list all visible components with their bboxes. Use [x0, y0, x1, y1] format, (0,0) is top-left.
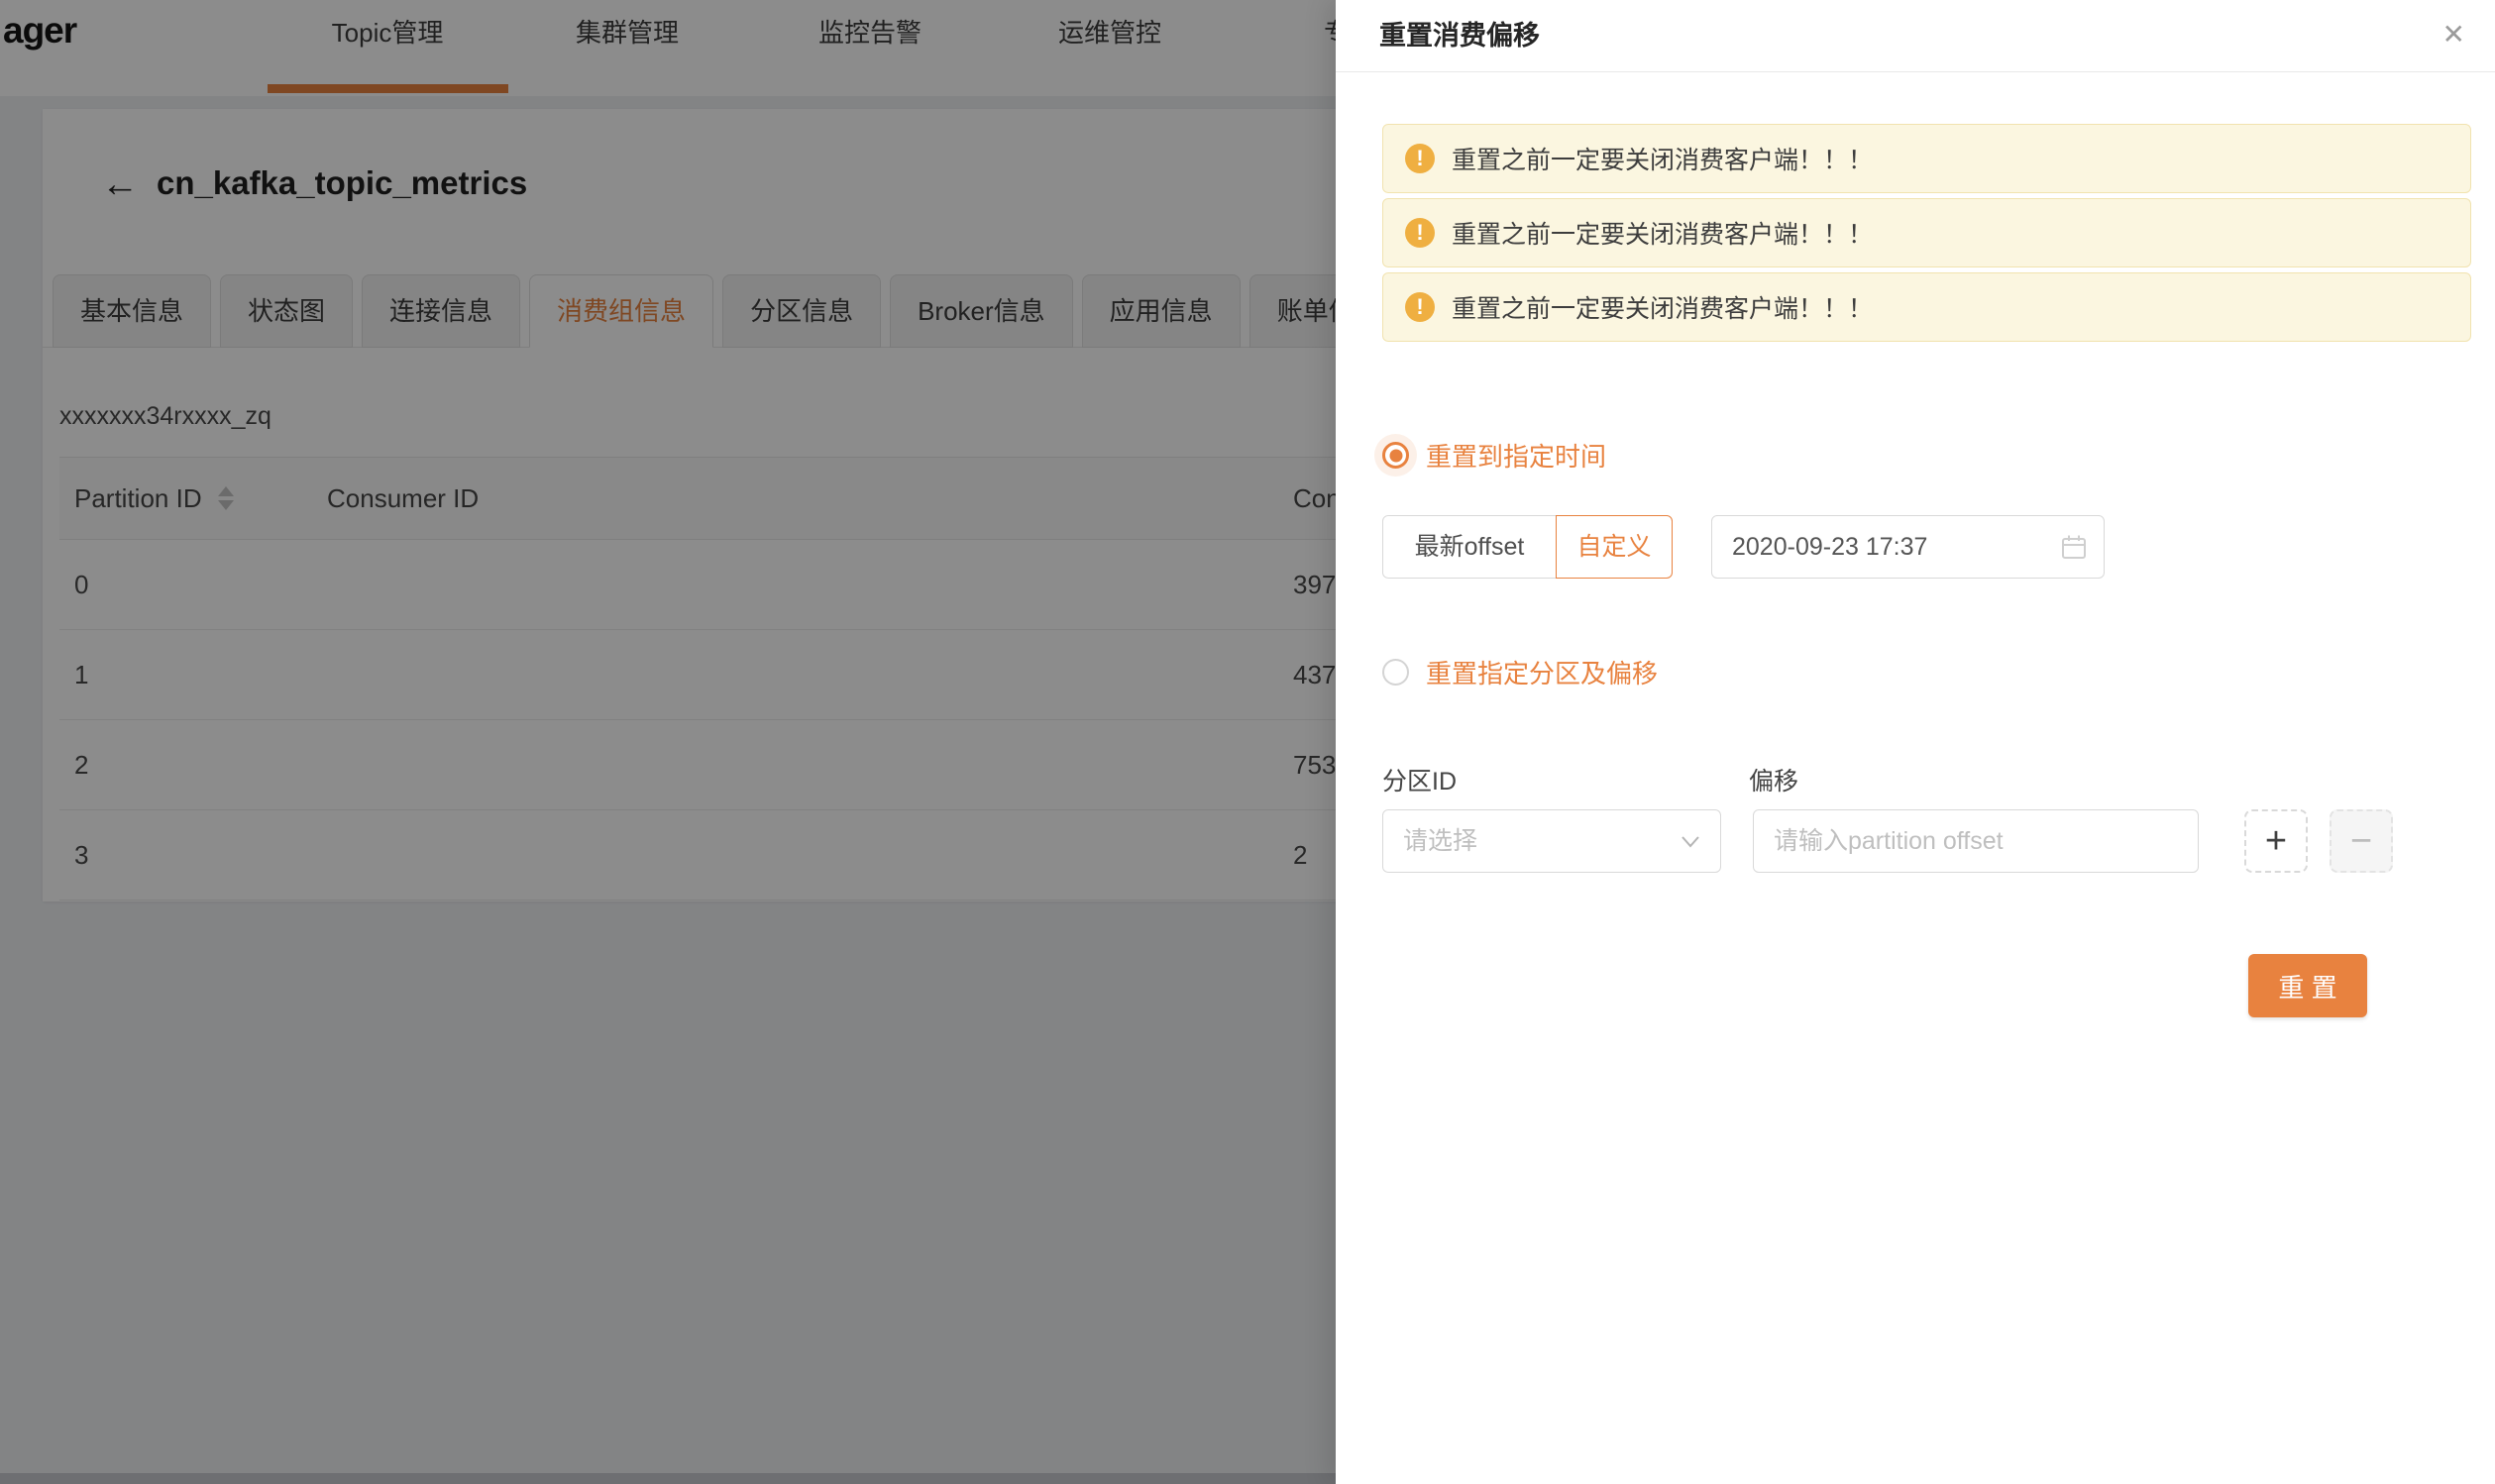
- partition-id-select[interactable]: 请选择: [1382, 809, 1721, 873]
- add-row-button[interactable]: +: [2244, 809, 2308, 873]
- warning-text: 重置之前一定要关闭消费客户端！！！: [1452, 215, 1873, 251]
- warning-icon: !: [1405, 144, 1435, 173]
- kafka-manager-app: ager Topic管理 集群管理 监控告警 运维管控 专家 ← cn_kafk…: [0, 0, 2495, 1484]
- partition-offset-inputs-row: 请选择 + −: [1382, 809, 2471, 873]
- warning-alert: ! 重置之前一定要关闭消费客户端！！！: [1382, 124, 2471, 193]
- radio-unselected-icon[interactable]: [1382, 659, 1409, 686]
- datetime-input[interactable]: [1712, 516, 2104, 578]
- calendar-icon: [2060, 533, 2088, 561]
- drawer-footer: 重 置: [1382, 954, 2471, 1017]
- drawer-body: ! 重置之前一定要关闭消费客户端！！！ ! 重置之前一定要关闭消费客户端！！！ …: [1336, 72, 2495, 1484]
- radio-selected-icon[interactable]: [1382, 442, 1409, 469]
- warning-text: 重置之前一定要关闭消费客户端！！！: [1452, 141, 1873, 176]
- custom-offset-button[interactable]: 自定义: [1556, 515, 1673, 579]
- offset-label: 偏移: [1749, 762, 1798, 797]
- datetime-picker[interactable]: [1711, 515, 2105, 579]
- partition-offset-input[interactable]: [1754, 810, 2198, 872]
- partition-id-label: 分区ID: [1382, 762, 1457, 797]
- field-labels-row: 分区ID 偏移: [1382, 762, 2471, 794]
- reset-offset-drawer: 重置消费偏移 ✕ ! 重置之前一定要关闭消费客户端！！！ ! 重置之前一定要关闭…: [1336, 0, 2495, 1484]
- drawer-title: 重置消费偏移: [1379, 0, 1540, 72]
- radio-reset-by-time-label: 重置到指定时间: [1426, 437, 1606, 474]
- warning-icon: !: [1405, 292, 1435, 322]
- radio-reset-by-partition[interactable]: 重置指定分区及偏移: [1382, 654, 2471, 690]
- drawer-header: 重置消费偏移 ✕: [1336, 0, 2495, 72]
- latest-offset-button[interactable]: 最新offset: [1382, 515, 1557, 579]
- warning-text: 重置之前一定要关闭消费客户端！！！: [1452, 289, 1873, 325]
- close-icon[interactable]: ✕: [2437, 0, 2471, 72]
- select-placeholder: 请选择: [1403, 810, 1477, 872]
- warning-icon: !: [1405, 218, 1435, 248]
- chevron-down-icon: [1679, 829, 1702, 853]
- offset-input-box: [1753, 809, 2199, 873]
- radio-reset-by-time[interactable]: 重置到指定时间: [1382, 437, 2471, 474]
- remove-row-button[interactable]: −: [2330, 809, 2393, 873]
- reset-submit-button[interactable]: 重 置: [2248, 954, 2367, 1017]
- warning-alert: ! 重置之前一定要关闭消费客户端！！！: [1382, 198, 2471, 267]
- warning-alert: ! 重置之前一定要关闭消费客户端！！！: [1382, 272, 2471, 342]
- radio-reset-by-partition-label: 重置指定分区及偏移: [1426, 654, 1658, 690]
- time-reset-controls: 最新offset 自定义: [1382, 515, 2471, 579]
